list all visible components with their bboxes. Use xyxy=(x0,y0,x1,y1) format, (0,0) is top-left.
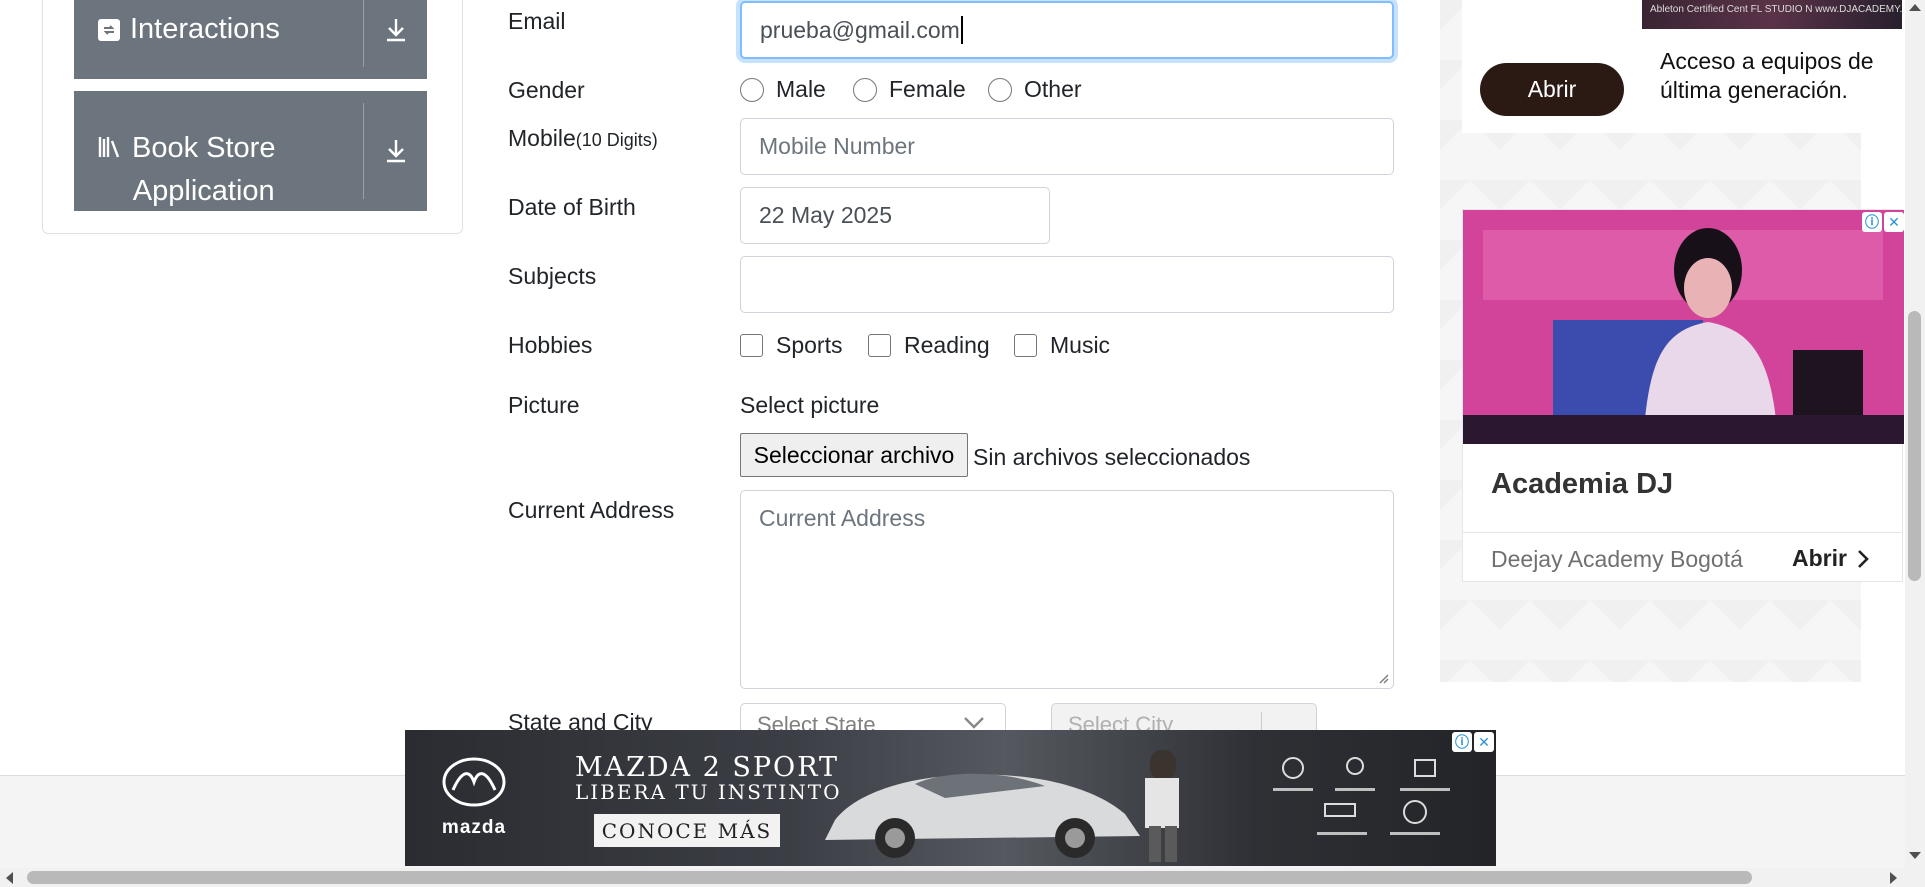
scroll-down-arrow-icon[interactable] xyxy=(1909,852,1921,859)
checkbox-box[interactable] xyxy=(868,334,891,357)
info-icon[interactable]: ⓘ xyxy=(1862,212,1882,232)
book-store-icon xyxy=(98,135,124,159)
ad-card-title[interactable]: Academia DJ xyxy=(1491,468,1673,501)
picture-label: Picture xyxy=(508,392,580,418)
gender-other-radio[interactable]: Other xyxy=(988,76,1082,103)
current-address-textarea[interactable]: Current Address xyxy=(740,490,1394,689)
ad-card-subtitle: Deejay Academy Bogotá xyxy=(1491,546,1743,572)
mobile-number-input[interactable]: Mobile Number xyxy=(740,118,1394,175)
text-caret xyxy=(960,16,963,44)
resize-handle-icon[interactable] xyxy=(1377,672,1389,684)
scroll-right-arrow-icon[interactable] xyxy=(1890,872,1897,884)
checkbox-label: Sports xyxy=(776,332,843,358)
scroll-up-arrow-icon[interactable] xyxy=(1909,4,1921,11)
mobile-placeholder: Mobile Number xyxy=(759,133,915,159)
gender-male-radio[interactable]: Male xyxy=(740,76,826,103)
close-icon[interactable]: ✕ xyxy=(1884,212,1904,232)
sidebar-group-header: Interactions xyxy=(74,8,363,51)
scroll-left-arrow-icon[interactable] xyxy=(6,872,13,884)
radio-label: Female xyxy=(889,76,966,102)
hobbies-label: Hobbies xyxy=(508,332,593,358)
email-value: prueba@gmail.com xyxy=(760,16,960,43)
mobile-hint: (10 Digits) xyxy=(575,130,658,150)
current-address-label: Current Address xyxy=(508,497,675,523)
gender-female-radio[interactable]: Female xyxy=(853,76,966,103)
ad-choices[interactable]: ⓘ ✕ xyxy=(1862,212,1904,232)
radio-label: Male xyxy=(776,76,826,102)
sidebar-group-label: Book Store Application xyxy=(132,127,275,213)
chevron-right-icon xyxy=(1858,549,1869,568)
ad-card-open-label: Abrir xyxy=(1792,545,1847,571)
checkbox-label: Reading xyxy=(904,332,990,358)
file-status-text: Sin archivos seleccionados xyxy=(973,444,1251,470)
radio-label: Other xyxy=(1024,76,1082,102)
car-illustration xyxy=(825,750,1179,862)
download-icon[interactable] xyxy=(364,138,427,164)
select-picture-label: Select picture xyxy=(740,392,880,418)
book-store-label-line2: Application xyxy=(132,175,275,207)
dj-photo-illustration xyxy=(1463,210,1904,444)
sidebar-group-book-store[interactable]: Book Store Application xyxy=(74,91,427,211)
radio-circle[interactable] xyxy=(853,77,877,102)
ad-cta-button[interactable]: CONOCE MÁS xyxy=(594,814,780,847)
hobby-music-checkbox[interactable]: Music xyxy=(1014,332,1110,359)
hobby-sports-checkbox[interactable]: Sports xyxy=(740,332,842,359)
mazda-logo: mazda xyxy=(435,756,513,839)
sidebar-group-label: Interactions xyxy=(130,13,280,45)
ad-thumbnail[interactable]: Ableton Certified Cent FL STUDIO N www.D… xyxy=(1642,0,1902,29)
horizontal-scrollbar-thumb[interactable] xyxy=(27,871,1752,884)
mazda-logo-icon xyxy=(442,757,506,807)
gender-label: Gender xyxy=(508,77,585,103)
checkbox-box[interactable] xyxy=(740,334,763,357)
vertical-scrollbar-thumb[interactable] xyxy=(1908,311,1921,581)
close-icon[interactable]: ✕ xyxy=(1474,732,1494,752)
radio-circle[interactable] xyxy=(988,77,1012,102)
ad-headline: MAZDA 2 SPORT xyxy=(575,752,840,783)
mazda-wordmark: mazda xyxy=(441,817,507,838)
info-icon[interactable]: ⓘ xyxy=(1452,732,1472,752)
sidebar-group-interactions[interactable]: Interactions xyxy=(74,0,427,79)
mobile-label: Mobile(10 Digits) xyxy=(508,125,658,152)
book-store-label-line1: Book Store xyxy=(132,132,276,164)
date-of-birth-input[interactable]: 22 May 2025 xyxy=(740,187,1050,244)
checkbox-box[interactable] xyxy=(1014,334,1037,357)
interactions-icon xyxy=(98,18,120,41)
choose-file-button[interactable]: Seleccionar archivo xyxy=(740,433,968,477)
checkbox-label: Music xyxy=(1050,332,1111,358)
ad-photo[interactable]: ⓘ ✕ xyxy=(1463,210,1904,444)
mobile-label-text: Mobile xyxy=(508,125,576,151)
radio-circle[interactable] xyxy=(740,77,764,102)
ad-choices[interactable]: ⓘ ✕ xyxy=(1452,732,1494,752)
ad-subheadline: LIBERA TU INSTINTO xyxy=(575,780,842,804)
subjects-label: Subjects xyxy=(508,263,597,289)
address-placeholder: Current Address xyxy=(759,505,926,531)
chevron-down-icon xyxy=(964,717,984,729)
hobby-reading-checkbox[interactable]: Reading xyxy=(868,332,990,359)
ad-card-open-button[interactable]: Abrir xyxy=(1792,545,1869,572)
bottom-ad-banner[interactable]: mazda MAZDA 2 SPORT LIBERA TU INSTINTO C… xyxy=(405,730,1496,866)
email-field[interactable]: prueba@gmail.com xyxy=(740,1,1394,59)
dob-label: Date of Birth xyxy=(508,194,636,220)
safety-features-icons xyxy=(1265,746,1465,856)
ad-open-button[interactable]: Abrir xyxy=(1480,63,1624,116)
divider xyxy=(1463,532,1902,533)
subjects-input[interactable] xyxy=(740,256,1394,313)
ad-top-text: Acceso a equipos de última generación. xyxy=(1660,48,1874,103)
dob-value: 22 May 2025 xyxy=(759,202,892,228)
ad-card[interactable]: ⓘ ✕ Academia DJ Deejay Academy Bogotá Abr… xyxy=(1462,209,1904,582)
download-icon[interactable] xyxy=(364,17,427,43)
sidebar-group-header: Book Store Application xyxy=(74,89,363,213)
email-label: Email xyxy=(508,8,566,34)
